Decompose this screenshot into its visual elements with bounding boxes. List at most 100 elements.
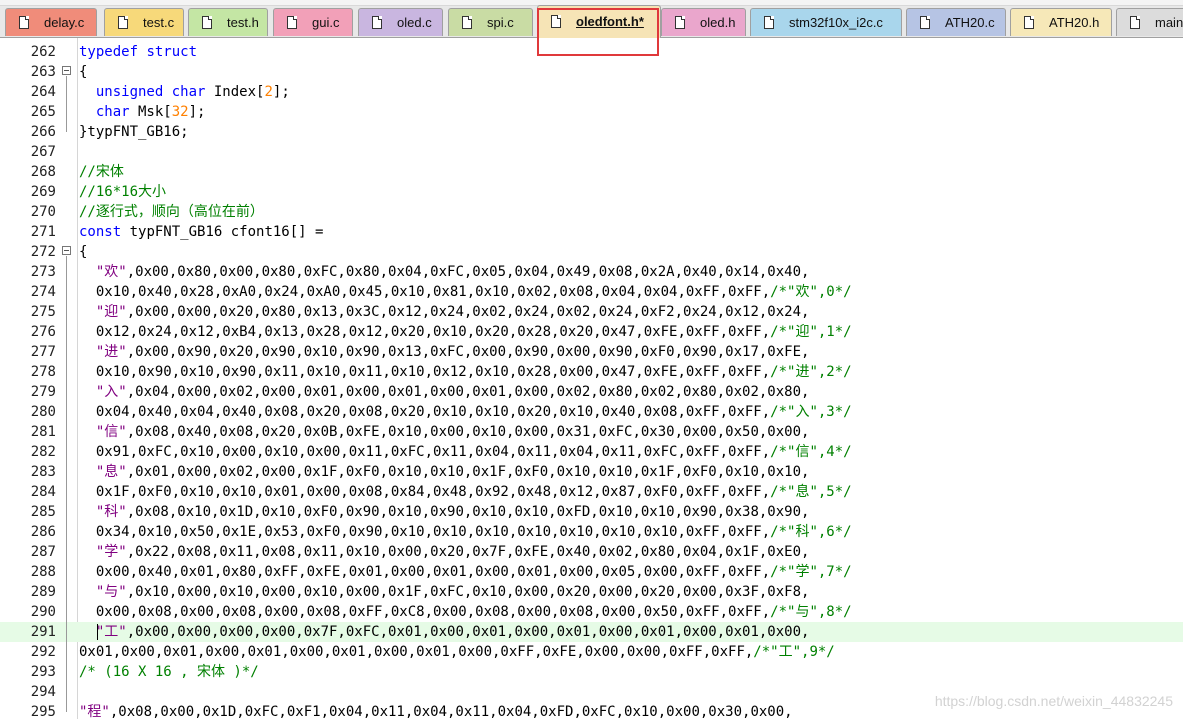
line-number: 284	[30, 484, 56, 500]
code-text: 0x10,0x40,0x28,0xA0,0x24,0xA0,0x45,0x10,…	[79, 284, 852, 300]
tab-gui-c[interactable]: gui.c	[273, 8, 353, 36]
code-text: //16*16大小	[79, 184, 167, 200]
code-text: 0x34,0x10,0x50,0x1E,0x53,0xF0,0x90,0x10,…	[79, 524, 852, 540]
tab-spi-c[interactable]: spi.c	[448, 8, 533, 36]
line-number: 271	[30, 224, 56, 240]
code-text: "科",0x08,0x10,0x1D,0x10,0xF0,0x90,0x10,0…	[95, 504, 810, 520]
code-line[interactable]: 276 0x12,0x24,0x12,0xB4,0x13,0x28,0x12,0…	[0, 322, 1183, 342]
code-text: "与",0x10,0x00,0x10,0x00,0x10,0x00,0x1F,0…	[95, 584, 810, 600]
annotation-highlight-box	[537, 8, 659, 56]
file-icon	[920, 16, 930, 29]
code-text: "学",0x22,0x08,0x11,0x08,0x11,0x10,0x00,0…	[95, 544, 810, 560]
file-icon	[118, 16, 128, 29]
code-line[interactable]: 264 unsigned char Index[2];	[0, 82, 1183, 102]
line-number: 274	[30, 284, 56, 300]
file-icon	[287, 16, 297, 29]
code-line[interactable]: 271 const typFNT_GB16 cfont16[] =	[0, 222, 1183, 242]
line-number: 275	[30, 304, 56, 320]
fold-guide-line	[66, 256, 67, 712]
line-number: 266	[30, 124, 56, 140]
code-text: }typFNT_GB16;	[79, 124, 189, 140]
code-line[interactable]: 293 /* (16 X 16 , 宋体 )*/	[0, 662, 1183, 682]
code-text: {	[79, 244, 88, 260]
code-line[interactable]: 285 "科",0x08,0x10,0x1D,0x10,0xF0,0x90,0x…	[0, 502, 1183, 522]
code-line[interactable]: 287 "学",0x22,0x08,0x11,0x08,0x11,0x10,0x…	[0, 542, 1183, 562]
code-line[interactable]: 275 "迎",0x00,0x00,0x20,0x80,0x13,0x3C,0x…	[0, 302, 1183, 322]
code-line[interactable]: 265 char Msk[32];	[0, 102, 1183, 122]
code-line[interactable]: 274 0x10,0x40,0x28,0xA0,0x24,0xA0,0x45,0…	[0, 282, 1183, 302]
code-text: 0x91,0xFC,0x10,0x00,0x10,0x00,0x11,0xFC,…	[79, 444, 852, 460]
tab-oled-c[interactable]: oled.c	[358, 8, 443, 36]
line-number: 279	[30, 384, 56, 400]
fold-toggle-icon[interactable]	[62, 66, 71, 75]
fold-guide-line	[66, 76, 67, 132]
code-text: unsigned char Index[2];	[95, 84, 290, 100]
code-line[interactable]: 277 "进",0x00,0x90,0x20,0x90,0x10,0x90,0x…	[0, 342, 1183, 362]
line-number: 276	[30, 324, 56, 340]
tab-label: stm32f10x_i2c.c	[789, 15, 883, 30]
code-line[interactable]: 272 {	[0, 242, 1183, 262]
code-line[interactable]: 278 0x10,0x90,0x10,0x90,0x11,0x10,0x11,0…	[0, 362, 1183, 382]
code-editor[interactable]: 262 typedef struct 263 {264 unsigned char I…	[0, 38, 1183, 720]
code-line[interactable]: 284 0x1F,0xF0,0x10,0x10,0x01,0x00,0x08,0…	[0, 482, 1183, 502]
tab-label: oled.c	[397, 15, 432, 30]
tab-label: spi.c	[487, 15, 514, 30]
code-text: typedef struct	[79, 44, 198, 60]
code-text: "工",0x00,0x00,0x00,0x00,0x7F,0xFC,0x01,0…	[95, 624, 810, 640]
code-line[interactable]: 281 "信",0x08,0x40,0x08,0x20,0x0B,0xFE,0x…	[0, 422, 1183, 442]
code-text: //逐行式，顺向（高位在前）	[79, 204, 264, 220]
tab-delay-c[interactable]: delay.c	[5, 8, 97, 36]
code-line[interactable]: 273 "欢",0x00,0x80,0x00,0x80,0xFC,0x80,0x…	[0, 262, 1183, 282]
code-line[interactable]: 283 "息",0x01,0x00,0x02,0x00,0x1F,0xF0,0x…	[0, 462, 1183, 482]
fold-toggle-icon[interactable]	[62, 246, 71, 255]
code-line[interactable]: 268 //宋体	[0, 162, 1183, 182]
tab-test-c[interactable]: test.c	[104, 8, 184, 36]
code-text: const typFNT_GB16 cfont16[] =	[79, 224, 324, 240]
code-text: "信",0x08,0x40,0x08,0x20,0x0B,0xFE,0x10,0…	[95, 424, 810, 440]
code-line[interactable]: 279 "入",0x04,0x00,0x02,0x00,0x01,0x00,0x…	[0, 382, 1183, 402]
code-text: "入",0x04,0x00,0x02,0x00,0x01,0x00,0x01,0…	[95, 384, 810, 400]
code-line[interactable]: 280 0x04,0x40,0x04,0x40,0x08,0x20,0x08,0…	[0, 402, 1183, 422]
file-icon	[764, 16, 774, 29]
line-number: 263	[30, 64, 56, 80]
code-line[interactable]: 282 0x91,0xFC,0x10,0x00,0x10,0x00,0x11,0…	[0, 442, 1183, 462]
tab-main[interactable]: main	[1116, 8, 1183, 36]
line-number: 278	[30, 364, 56, 380]
line-number: 270	[30, 204, 56, 220]
code-line[interactable]: 266 }typFNT_GB16;	[0, 122, 1183, 142]
line-number: 293	[30, 664, 56, 680]
tab-label: test.h	[227, 15, 259, 30]
code-line[interactable]: 269 //16*16大小	[0, 182, 1183, 202]
code-line[interactable]: 292 0x01,0x00,0x01,0x00,0x01,0x00,0x01,0x…	[0, 642, 1183, 662]
text-caret	[97, 624, 98, 640]
code-line[interactable]: 267	[0, 142, 1183, 162]
code-line[interactable]: 291 "工",0x00,0x00,0x00,0x00,0x7F,0xFC,0x…	[0, 622, 1183, 642]
line-number: 291	[30, 624, 56, 640]
line-number: 282	[30, 444, 56, 460]
tab-ath20-c[interactable]: ATH20.c	[906, 8, 1006, 36]
code-line[interactable]: 286 0x34,0x10,0x50,0x1E,0x53,0xF0,0x90,0…	[0, 522, 1183, 542]
tab-ath20-h[interactable]: ATH20.h	[1010, 8, 1112, 36]
file-icon	[1130, 16, 1140, 29]
file-icon	[1024, 16, 1034, 29]
tab-test-h[interactable]: test.h	[188, 8, 268, 36]
tab-oled-h[interactable]: oled.h	[661, 8, 746, 36]
code-text: char Msk[32];	[95, 104, 206, 120]
code-text: 0x04,0x40,0x04,0x40,0x08,0x20,0x08,0x20,…	[79, 404, 852, 420]
code-line[interactable]: 288 0x00,0x40,0x01,0x80,0xFF,0xFE,0x01,0…	[0, 562, 1183, 582]
code-text: "迎",0x00,0x00,0x20,0x80,0x13,0x3C,0x12,0…	[95, 304, 810, 320]
code-line[interactable]: 270 //逐行式，顺向（高位在前）	[0, 202, 1183, 222]
code-text: 0x1F,0xF0,0x10,0x10,0x01,0x00,0x08,0x84,…	[79, 484, 852, 500]
code-line[interactable]: 289 "与",0x10,0x00,0x10,0x00,0x10,0x00,0x…	[0, 582, 1183, 602]
line-number: 265	[30, 104, 56, 120]
tab-stm32f10x-i2c-c[interactable]: stm32f10x_i2c.c	[750, 8, 902, 36]
code-line[interactable]: 263 {	[0, 62, 1183, 82]
code-text: /* (16 X 16 , 宋体 )*/	[79, 664, 259, 680]
line-number: 268	[30, 164, 56, 180]
code-text: 0x00,0x40,0x01,0x80,0xFF,0xFE,0x01,0x00,…	[79, 564, 852, 580]
line-number: 292	[30, 644, 56, 660]
file-icon	[462, 16, 472, 29]
code-line[interactable]: 290 0x00,0x08,0x00,0x08,0x00,0x08,0xFF,0…	[0, 602, 1183, 622]
line-number: 267	[30, 144, 56, 160]
line-number: 281	[30, 424, 56, 440]
